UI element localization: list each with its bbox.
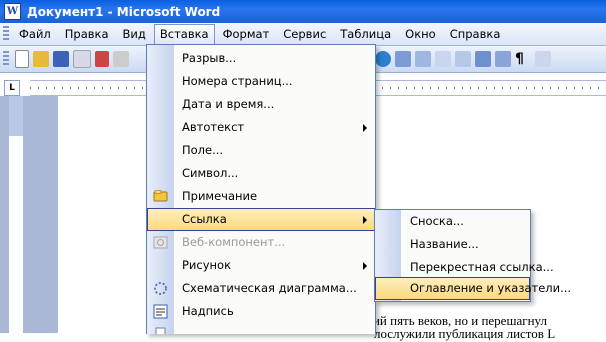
menu-view[interactable]: Вид bbox=[117, 24, 152, 44]
submenu-item-cross-reference[interactable]: Перекрестная ссылка... bbox=[375, 256, 554, 279]
zoom-icon[interactable] bbox=[535, 51, 551, 67]
menu-insert[interactable]: Вставка bbox=[153, 24, 215, 44]
permission-icon[interactable] bbox=[73, 50, 91, 68]
reference-submenu: Сноска... Название... Перекрестная ссылк… bbox=[374, 209, 571, 302]
submenu-item-caption[interactable]: Название... bbox=[375, 233, 530, 256]
menu-item-label: Веб-компонент... bbox=[182, 235, 286, 249]
menu-item-field[interactable]: Поле... bbox=[147, 139, 375, 162]
menubar-grip-icon[interactable] bbox=[3, 26, 9, 42]
menu-item-label: Разрыв... bbox=[182, 51, 237, 65]
menu-bar: Файл Правка Вид Вставка Формат Сервис Та… bbox=[0, 23, 606, 46]
word-app-icon[interactable]: W bbox=[4, 3, 21, 20]
menu-item-label: Номера страниц... bbox=[182, 74, 293, 88]
menu-item-label: Надпись bbox=[182, 304, 234, 318]
menu-item-autotext[interactable]: Автотекст bbox=[147, 116, 375, 139]
menu-item-break[interactable]: Разрыв... bbox=[147, 47, 375, 70]
drawing-icon[interactable] bbox=[475, 51, 491, 67]
window-title: Документ1 - Microsoft Word bbox=[27, 4, 221, 19]
hyperlink-icon[interactable] bbox=[375, 51, 391, 67]
menu-item-label: Примечание bbox=[182, 189, 258, 203]
menu-item-diagram[interactable]: Схематическая диаграмма... bbox=[147, 277, 375, 300]
print-preview-icon[interactable] bbox=[113, 51, 129, 67]
menu-item-truncated[interactable] bbox=[147, 323, 375, 334]
ruler-margin bbox=[9, 96, 23, 136]
toolbar-grip-icon[interactable] bbox=[3, 51, 9, 67]
menu-item-web-component: Веб-компонент... bbox=[147, 231, 375, 254]
menu-help[interactable]: Справка bbox=[444, 24, 507, 44]
menu-item-label: Ссылка bbox=[182, 212, 227, 226]
print-icon[interactable] bbox=[95, 51, 109, 67]
submenu-item-label: Оглавление и указатели... bbox=[410, 281, 572, 295]
title-bar: W Документ1 - Microsoft Word bbox=[0, 0, 606, 23]
menu-item-label: Автотекст bbox=[182, 120, 245, 134]
menu-window[interactable]: Окно bbox=[399, 24, 442, 44]
submenu-arrow-icon bbox=[363, 216, 367, 224]
tab-selector[interactable]: L bbox=[4, 80, 20, 96]
open-folder-icon[interactable] bbox=[33, 51, 49, 67]
menu-file[interactable]: Файл bbox=[13, 24, 57, 44]
vertical-ruler[interactable] bbox=[8, 96, 24, 333]
menu-item-symbol[interactable]: Символ... bbox=[147, 162, 375, 185]
insert-excel-icon[interactable] bbox=[435, 51, 451, 67]
insert-table-icon[interactable] bbox=[415, 51, 431, 67]
submenu-item-label: Перекрестная ссылка... bbox=[410, 260, 554, 274]
submenu-arrow-icon bbox=[363, 124, 367, 132]
document-text-line: лослужили публикация листов L bbox=[374, 326, 556, 341]
submenu-arrow-icon bbox=[363, 262, 367, 270]
menu-table[interactable]: Таблица bbox=[334, 24, 397, 44]
textbox-icon bbox=[153, 304, 168, 319]
submenu-item-footnote[interactable]: Сноска... bbox=[375, 210, 530, 233]
new-document-icon[interactable] bbox=[15, 50, 29, 68]
submenu-item-label: Сноска... bbox=[410, 214, 464, 228]
menu-item-picture[interactable]: Рисунок bbox=[147, 254, 375, 277]
insert-menu: Разрыв... Номера страниц... Дата и время… bbox=[146, 44, 376, 334]
menu-edit[interactable]: Правка bbox=[59, 24, 115, 44]
diagram-icon bbox=[154, 282, 167, 295]
submenu-item-index-tables[interactable]: Оглавление и указатели... bbox=[375, 277, 571, 300]
document-map-icon[interactable] bbox=[495, 51, 511, 67]
menu-item-label: Схематическая диаграмма... bbox=[182, 281, 357, 295]
comment-icon bbox=[153, 190, 168, 202]
web-component-icon bbox=[153, 236, 168, 249]
columns-icon[interactable] bbox=[455, 51, 471, 67]
menu-item-label: Поле... bbox=[182, 143, 224, 157]
menu-item-label: Дата и время... bbox=[182, 97, 275, 111]
menu-format[interactable]: Формат bbox=[217, 24, 276, 44]
submenu-item-label: Название... bbox=[410, 237, 479, 251]
tables-borders-icon[interactable] bbox=[395, 51, 411, 67]
menu-item-label: Символ... bbox=[182, 166, 239, 180]
menu-item-textbox[interactable]: Надпись bbox=[147, 300, 375, 323]
menu-item-label: Рисунок bbox=[182, 258, 232, 272]
menu-item-reference[interactable]: Ссылка bbox=[147, 208, 375, 231]
menu-item-comment[interactable]: Примечание bbox=[147, 185, 375, 208]
save-icon[interactable] bbox=[53, 51, 69, 67]
show-formatting-icon[interactable]: ¶ bbox=[515, 51, 531, 67]
menu-item-page-numbers[interactable]: Номера страниц... bbox=[147, 70, 375, 93]
menu-item-date-time[interactable]: Дата и время... bbox=[147, 93, 375, 116]
menu-tools[interactable]: Сервис bbox=[277, 24, 332, 44]
